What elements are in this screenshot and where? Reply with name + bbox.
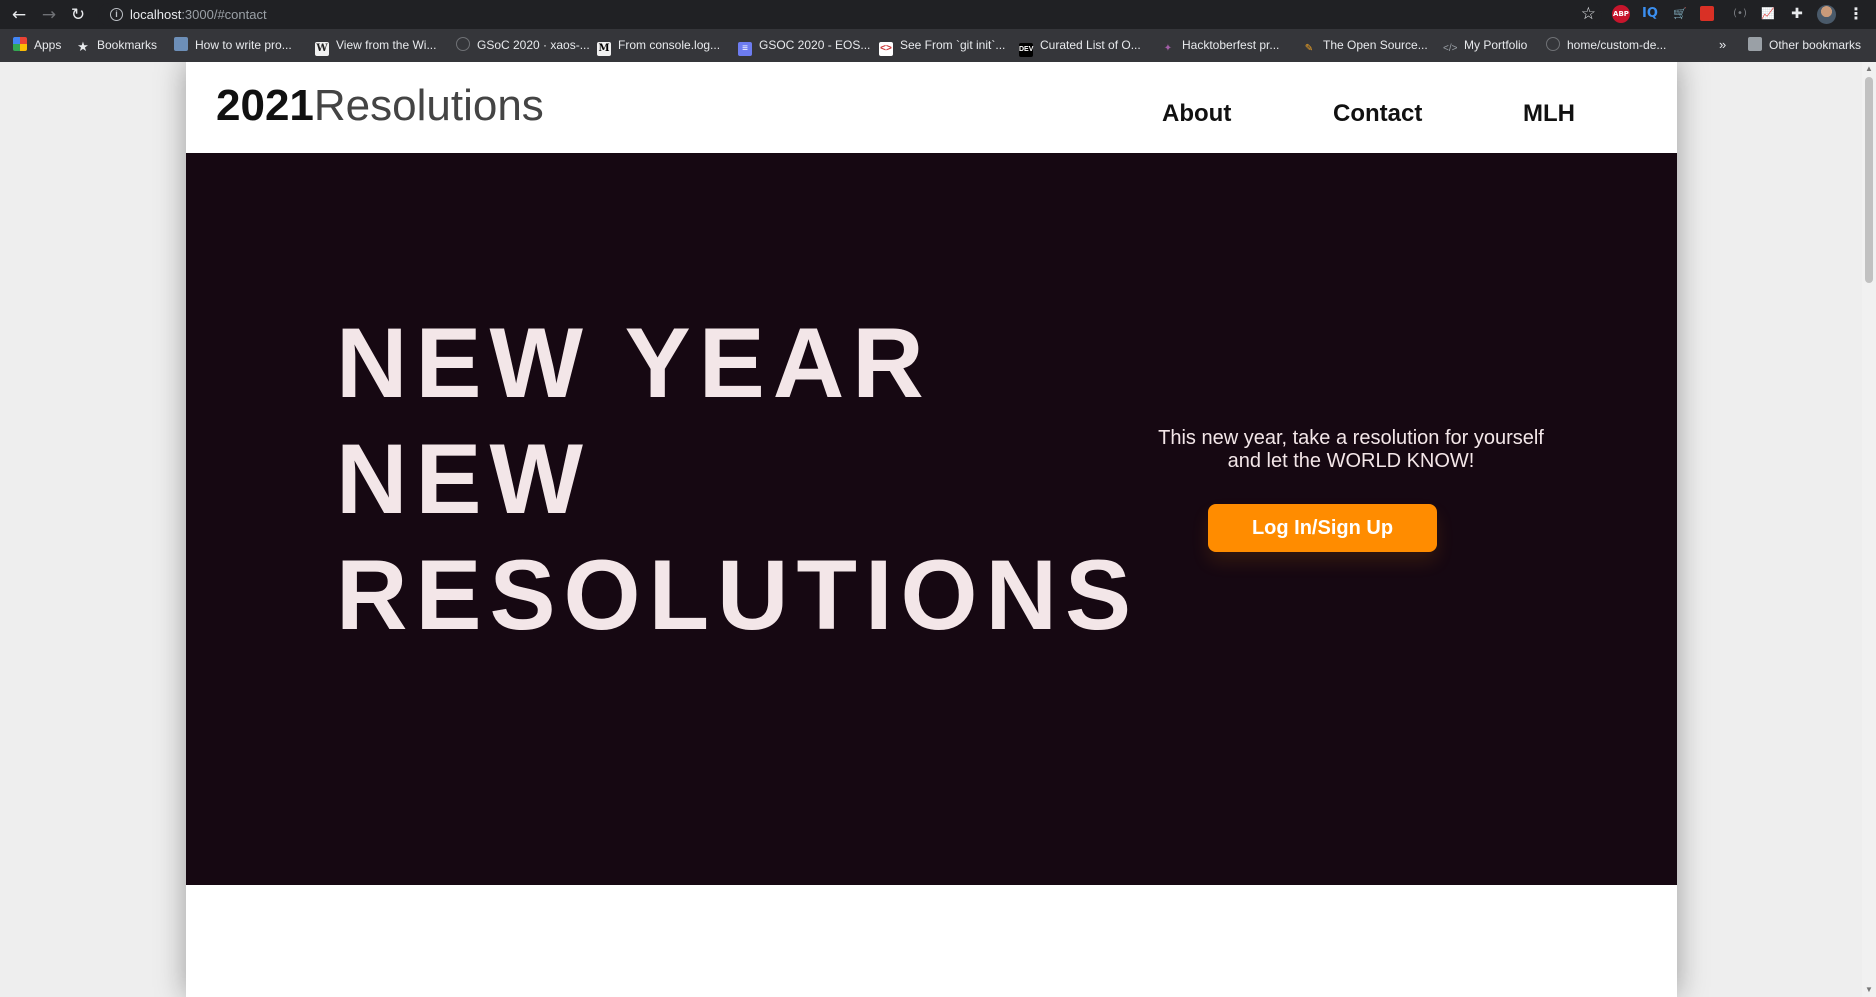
- cart-extension-icon[interactable]: 🛒: [1670, 5, 1690, 23]
- logo-word: Resolutions: [313, 81, 544, 130]
- bookmark-label: home/custom-de...: [1567, 38, 1667, 52]
- site-header: 2021Resolutions About Contact MLH: [186, 62, 1677, 153]
- github-icon: [456, 37, 470, 51]
- medium-icon: M: [597, 42, 611, 56]
- bookmark-label: GSoC 2020 · xaos-...: [477, 38, 590, 52]
- dev-icon: DEV: [1019, 43, 1033, 57]
- bookmark-label: How to write pro...: [195, 38, 292, 52]
- address-bar[interactable]: i localhost:3000/#contact ☆: [98, 3, 1602, 26]
- code-extension-icon[interactable]: (•): [1730, 5, 1750, 23]
- scroll-up-arrow-icon[interactable]: ▲: [1865, 65, 1873, 73]
- bookmark-star-icon[interactable]: ☆: [1581, 4, 1596, 24]
- bookmark-item[interactable]: M From console.log...: [597, 37, 721, 56]
- bookmark-label: See From `git init`...: [900, 38, 1006, 52]
- bookmark-label: Bookmarks: [97, 38, 158, 52]
- bookmark-label: The Open Source...: [1323, 38, 1428, 52]
- hero-tagline: This new year, take a resolution for you…: [1158, 427, 1544, 472]
- other-bookmarks[interactable]: Other bookmarks: [1748, 37, 1861, 54]
- star-icon: ★: [77, 39, 89, 54]
- bookmark-item[interactable]: How to write pro...: [174, 37, 292, 54]
- bookmark-item[interactable]: </> My Portfolio: [1443, 37, 1527, 54]
- iq-extension-icon[interactable]: IQ: [1640, 5, 1660, 23]
- profile-image-icon: [174, 37, 188, 51]
- bookmark-label: View from the Wi...: [336, 38, 437, 52]
- profile-avatar[interactable]: [1817, 5, 1836, 24]
- hero-section: NEW YEAR NEW RESOLUTIONS This new year, …: [186, 153, 1677, 885]
- bookmark-apps[interactable]: Apps: [13, 37, 61, 54]
- bookmark-label: GSOC 2020 - EOS...: [759, 38, 871, 52]
- scroll-down-arrow-icon[interactable]: ▼: [1865, 986, 1873, 994]
- hero-title-line: NEW YEAR: [336, 307, 932, 418]
- bookmarks-overflow-chevron-icon[interactable]: »: [1719, 37, 1726, 52]
- nav-link-contact[interactable]: Contact: [1333, 102, 1422, 126]
- login-signup-button[interactable]: Log In/Sign Up: [1208, 504, 1437, 552]
- reload-icon[interactable]: ↻: [67, 4, 89, 26]
- nav-link-about[interactable]: About: [1162, 102, 1231, 126]
- bookmark-item[interactable]: ✦ Hacktoberfest pr...: [1161, 37, 1280, 54]
- bookmark-label: Apps: [34, 38, 62, 52]
- bookmark-item[interactable]: ≡ GSOC 2020 - EOS...: [738, 37, 871, 56]
- url-text[interactable]: localhost:3000/#contact: [130, 7, 267, 22]
- nav-link-mlh[interactable]: MLH: [1523, 102, 1575, 126]
- page-container: 2021Resolutions About Contact MLH NEW YE…: [186, 62, 1677, 997]
- adblock-plus-icon[interactable]: ABP: [1612, 5, 1630, 23]
- github-icon: [1546, 37, 1560, 51]
- logo-year: 2021: [216, 81, 314, 130]
- bookmark-item[interactable]: <> See From `git init`...: [879, 37, 1006, 56]
- apps-grid-icon: [13, 37, 27, 51]
- hacktoberfest-icon: ✦: [1163, 43, 1173, 54]
- back-arrow-icon[interactable]: ←: [8, 4, 30, 26]
- page-viewport: 2021Resolutions About Contact MLH NEW YE…: [0, 62, 1862, 997]
- url-host: localhost: [130, 7, 182, 22]
- bookmark-label: Other bookmarks: [1769, 38, 1862, 52]
- red-bookmark-extension-icon[interactable]: [1700, 6, 1714, 21]
- bookmark-label: Curated List of O...: [1040, 38, 1141, 52]
- bookmark-item[interactable]: GSoC 2020 · xaos-...: [456, 37, 590, 54]
- hero-title-line: NEW: [336, 423, 591, 534]
- bookmark-item[interactable]: home/custom-de...: [1546, 37, 1666, 54]
- bookmark-label: My Portfolio: [1464, 38, 1528, 52]
- browser-menu-icon[interactable]: ⋮: [1848, 4, 1864, 24]
- git-icon: <>: [879, 42, 893, 56]
- bookmark-item[interactable]: ✎ The Open Source...: [1302, 37, 1428, 54]
- url-path: :3000/#contact: [181, 7, 267, 22]
- docs-icon: ≡: [738, 42, 752, 56]
- bookmark-label: From console.log...: [618, 38, 721, 52]
- extensions-puzzle-icon[interactable]: ✚: [1787, 5, 1807, 23]
- bookmark-item[interactable]: DEV Curated List of O...: [1019, 37, 1141, 57]
- pencil-icon: ✎: [1304, 43, 1314, 54]
- bookmark-bookmarks[interactable]: ★ Bookmarks: [76, 37, 157, 54]
- bookmarks-bar: Apps ★ Bookmarks How to write pro... W Vie…: [0, 29, 1876, 62]
- site-info-icon[interactable]: i: [110, 8, 123, 21]
- chart-extension-icon[interactable]: 📈: [1758, 5, 1778, 23]
- page-scrollbar[interactable]: ▲ ▼: [1862, 62, 1876, 997]
- code-icon: </>: [1443, 43, 1458, 54]
- wikipedia-icon: W: [315, 42, 329, 56]
- folder-icon: [1748, 37, 1762, 51]
- bookmark-item[interactable]: W View from the Wi...: [315, 37, 437, 56]
- site-logo[interactable]: 2021Resolutions: [216, 84, 544, 128]
- scrollbar-thumb[interactable]: [1865, 77, 1873, 283]
- browser-toolbar: ← → ↻ i localhost:3000/#contact ☆ ABP IQ…: [0, 0, 1876, 29]
- forward-arrow-icon[interactable]: →: [38, 4, 60, 26]
- hero-title: NEW YEAR NEW RESOLUTIONS: [336, 305, 1139, 653]
- hero-title-line: RESOLUTIONS: [336, 539, 1140, 650]
- bookmark-label: Hacktoberfest pr...: [1182, 38, 1280, 52]
